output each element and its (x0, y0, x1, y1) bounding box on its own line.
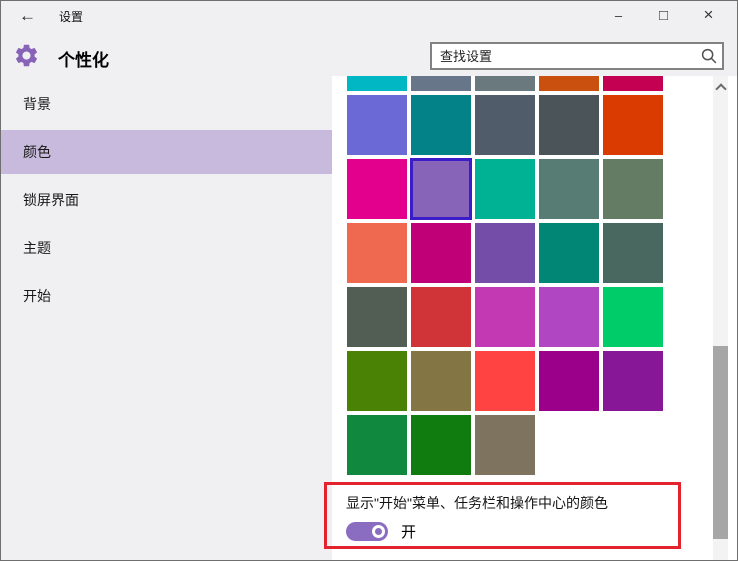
color-swatch[interactable] (347, 76, 407, 91)
gear-icon (13, 42, 40, 69)
sidebar-item-lockscreen[interactable]: 锁屏界面 (1, 178, 332, 222)
color-swatch[interactable] (411, 287, 471, 347)
back-button[interactable]: ← (13, 4, 42, 28)
color-swatch[interactable] (603, 159, 663, 219)
sidebar-item-label: 颜色 (23, 142, 51, 162)
search-icon[interactable] (698, 45, 720, 67)
sidebar-item-start[interactable]: 开始 (1, 274, 332, 318)
color-swatch[interactable] (347, 159, 407, 219)
toggle-description: 显示"开始"菜单、任务栏和操作中心的颜色 (346, 493, 608, 513)
color-swatch[interactable] (539, 351, 599, 411)
scrollbar (713, 76, 728, 561)
sidebar-item-label: 开始 (23, 286, 51, 306)
color-swatch[interactable] (603, 76, 663, 91)
color-grid-viewport (347, 76, 671, 478)
color-swatch[interactable] (347, 223, 407, 283)
color-swatch[interactable] (411, 223, 471, 283)
color-swatch[interactable] (347, 351, 407, 411)
window-controls: – □ × (596, 1, 731, 29)
color-swatch[interactable] (603, 351, 663, 411)
search-box (430, 42, 724, 70)
sidebar-item-label: 锁屏界面 (23, 190, 79, 210)
color-swatch[interactable] (347, 415, 407, 475)
color-swatch[interactable] (475, 159, 535, 219)
sidebar-item-background[interactable]: 背景 (1, 82, 332, 126)
color-swatch[interactable] (539, 223, 599, 283)
color-swatch[interactable] (539, 287, 599, 347)
color-swatch[interactable] (475, 223, 535, 283)
scrollbar-thumb[interactable] (713, 346, 728, 539)
color-swatch[interactable] (347, 95, 407, 155)
color-swatch[interactable] (603, 95, 663, 155)
page-title: 个性化 (58, 46, 109, 71)
sidebar-item-colors[interactable]: 颜色 (1, 130, 332, 174)
color-swatch[interactable] (475, 287, 535, 347)
sidebar-item-label: 背景 (23, 94, 51, 114)
sidebar-item-label: 主题 (23, 238, 51, 258)
color-swatch[interactable] (539, 95, 599, 155)
color-swatch[interactable] (475, 95, 535, 155)
color-swatch[interactable] (411, 95, 471, 155)
color-grid (347, 76, 671, 475)
color-swatch[interactable] (539, 76, 599, 91)
minimize-button[interactable]: – (596, 1, 641, 29)
color-swatch[interactable] (411, 415, 471, 475)
maximize-button[interactable]: □ (641, 1, 686, 29)
search-input[interactable] (432, 49, 698, 64)
color-swatch[interactable] (475, 76, 535, 91)
settings-window: ← 设置 – □ × 个性化 背景 颜色 锁屏界面 主题 开始 (0, 0, 738, 561)
color-swatch[interactable] (603, 287, 663, 347)
toggle-knob (372, 525, 385, 538)
color-swatch[interactable] (347, 287, 407, 347)
color-swatch[interactable] (475, 351, 535, 411)
color-swatch[interactable] (603, 223, 663, 283)
show-color-toggle[interactable] (346, 522, 388, 541)
toggle-state-label: 开 (401, 521, 416, 542)
color-swatch[interactable] (411, 76, 471, 91)
color-swatch[interactable] (475, 415, 535, 475)
scroll-up-arrow-icon[interactable] (713, 80, 728, 94)
color-swatch-selected[interactable] (411, 159, 471, 219)
sidebar-item-themes[interactable]: 主题 (1, 226, 332, 270)
close-button[interactable]: × (686, 1, 731, 29)
window-title: 设置 (59, 8, 83, 25)
color-swatch[interactable] (539, 159, 599, 219)
color-swatch[interactable] (411, 351, 471, 411)
